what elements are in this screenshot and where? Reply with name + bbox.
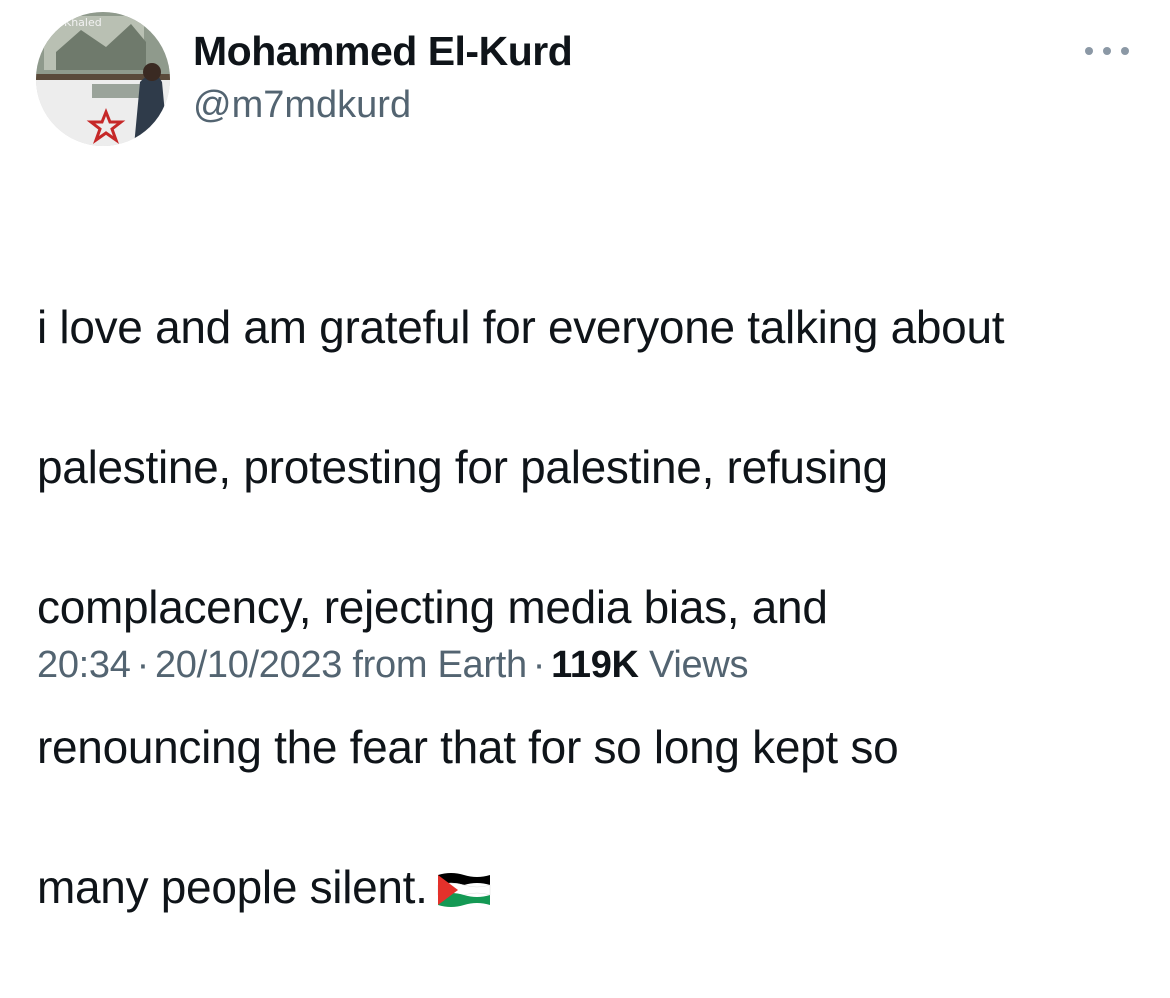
avatar[interactable]: Khaled — [36, 12, 170, 146]
tweet-source: from Earth — [352, 644, 527, 686]
svg-text:Khaled: Khaled — [64, 16, 102, 29]
tweet-text-line: i love and am grateful for everyone talk… — [37, 301, 1005, 353]
tweet-text: i love and am grateful for everyone talk… — [37, 222, 1147, 998]
views-label: Views — [648, 644, 749, 686]
tweet-text-line: complacency, rejecting media bias, and — [37, 581, 828, 633]
more-options-button[interactable] — [1082, 36, 1132, 66]
display-name[interactable]: Mohammed El-Kurd — [193, 28, 573, 75]
tweet-time[interactable]: 20:34 — [37, 644, 131, 686]
profile-photo: Khaled — [36, 12, 170, 146]
tweet-text-line: renouncing the fear that for so long kep… — [37, 721, 899, 773]
tweet[interactable]: Khaled Mohammed El-Kurd @m7mdkurd i love… — [0, 0, 1170, 913]
separator: · — [532, 644, 546, 686]
tweet-meta: 20:34 · 20/10/2023 from Earth · 119K Views — [37, 644, 748, 687]
palestine-flag-emoji — [436, 858, 492, 928]
views-count[interactable]: 119K — [551, 644, 639, 686]
more-options-icon — [1085, 47, 1129, 55]
user-handle[interactable]: @m7mdkurd — [193, 84, 411, 127]
tweet-text-line: palestine, protesting for palestine, ref… — [37, 441, 888, 493]
tweet-text-line: many people silent. — [37, 861, 428, 913]
separator: · — [136, 644, 150, 686]
tweet-text-line-last: many people silent. — [37, 852, 1147, 928]
tweet-date[interactable]: 20/10/2023 — [155, 644, 342, 686]
